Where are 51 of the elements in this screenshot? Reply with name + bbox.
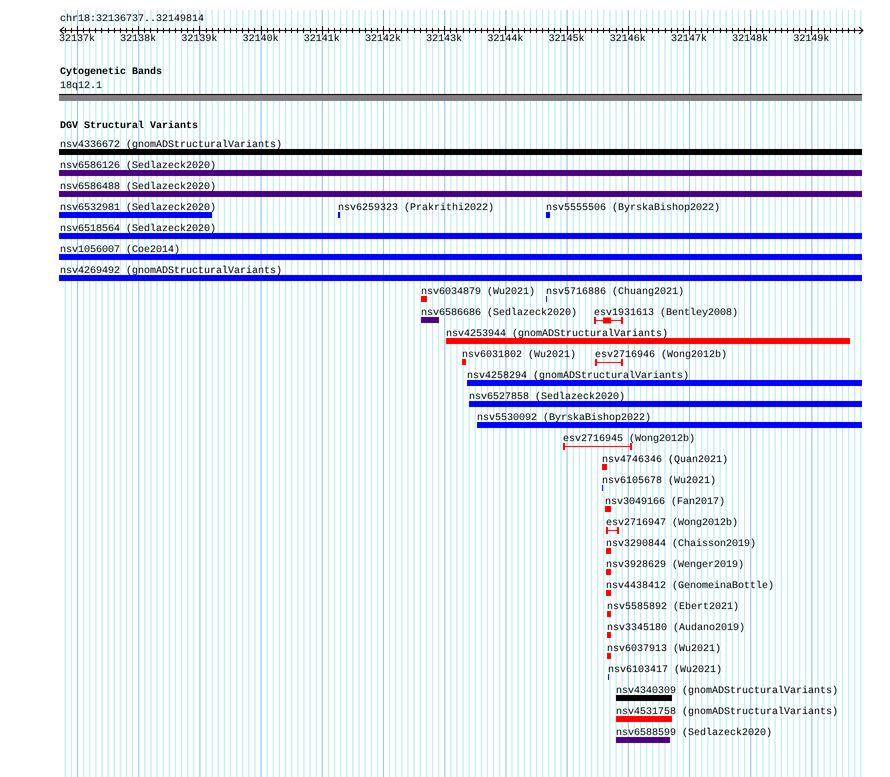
feature-label: esv1931613 (Bentley2008) bbox=[594, 308, 738, 319]
ruler-label: 32139k bbox=[180, 34, 218, 45]
feature-label: nsv3345180 (Audano2019) bbox=[607, 623, 746, 634]
feature-label: nsv4336672 (gnomADStructuralVariants) bbox=[60, 140, 282, 151]
location-label: chr18:32136737..32149814 bbox=[60, 14, 204, 25]
feature-label: nsv4340309 (gnomADStructuralVariants) bbox=[616, 686, 838, 697]
ruler-label: 32138k bbox=[119, 34, 158, 45]
feature-label: nsv4269492 (gnomADStructuralVariants) bbox=[60, 266, 282, 277]
feature-label: nsv5716886 (Chuang2021) bbox=[546, 287, 684, 298]
feature-label: nsv6586686 (Sedlazeck2020) bbox=[421, 308, 578, 319]
feature-label: nsv6037913 (Wu2021) bbox=[607, 644, 722, 655]
ruler-label: 32147k bbox=[670, 34, 708, 45]
feature-label: nsv6034879 (Wu2021) bbox=[421, 287, 536, 298]
feature-label: nsv6586126 (Sedlazeck2020) bbox=[60, 161, 216, 172]
feature-label: nsv6588599 (Sedlazeck2020) bbox=[616, 728, 772, 739]
feature-label: nsv6259323 (Prakrithi2022) bbox=[338, 203, 494, 214]
ruler-label: 32144k bbox=[486, 34, 524, 45]
feature-label: nsv3049166 (Fan2017) bbox=[605, 497, 726, 508]
ruler-label: 32141k bbox=[302, 34, 341, 45]
feature-label: nsv4258294 (gnomADStructuralVariants) bbox=[467, 371, 690, 382]
feature-label: nsv6527858 (Sedlazeck2020) bbox=[469, 392, 626, 403]
feature-label: nsv4438412 (GenomeinaBottle) bbox=[606, 581, 774, 592]
ruler-label: 32146k bbox=[608, 34, 647, 45]
ruler-label: 32145k bbox=[548, 34, 586, 45]
feature-label: nsv4531758 (gnomADStructuralVariants) bbox=[616, 707, 838, 718]
feature-label: nsv4253944 (gnomADStructuralVariants) bbox=[446, 329, 668, 340]
feature-label: esv2716947 (Wong2012b) bbox=[606, 518, 738, 529]
feature-label: nsv6532981 (Sedlazeck2020) bbox=[60, 203, 216, 214]
feature-label: nsv5555506 (ByrskaBishop2022) bbox=[546, 203, 720, 214]
feature-label: nsv6031802 (Wu2021) bbox=[462, 350, 576, 361]
track-title: DGV Structural Variants bbox=[60, 121, 198, 132]
ruler-label: 32140k bbox=[242, 34, 280, 45]
feature-label: nsv3928629 (Wenger2019) bbox=[606, 560, 744, 571]
feature-label: nsv6103417 (Wu2021) bbox=[608, 665, 722, 676]
feature-label: esv2716946 (Wong2012b) bbox=[595, 350, 728, 361]
feature-label: nsv3290844 (Chaisson2019) bbox=[606, 539, 756, 550]
feature-label: esv2716945 (Wong2012b) bbox=[563, 434, 696, 445]
feature-label: nsv1056007 (Coe2014) bbox=[60, 245, 180, 256]
feature-label: nsv6518564 (Sedlazeck2020) bbox=[60, 224, 216, 235]
ruler-label: 32148k bbox=[731, 34, 770, 45]
feature-label: nsv5530092 (ByrskaBishop2022) bbox=[477, 413, 652, 424]
feature-label: nsv4746346 (Quan2021) bbox=[602, 455, 728, 466]
ruler-label: 32142k bbox=[364, 34, 402, 45]
feature-label: nsv5585892 (Ebert2021) bbox=[607, 602, 740, 613]
ruler-label: 32143k bbox=[425, 34, 464, 45]
feature-label: nsv6586488 (Sedlazeck2020) bbox=[60, 182, 216, 193]
track-title: Cytogenetic Bands bbox=[60, 67, 162, 78]
ruler-label: 32149k bbox=[792, 34, 830, 45]
band-label: 18q12.1 bbox=[60, 81, 102, 92]
ruler-label: 32137k bbox=[58, 34, 96, 45]
feature-label: nsv6105678 (Wu2021) bbox=[602, 476, 716, 487]
